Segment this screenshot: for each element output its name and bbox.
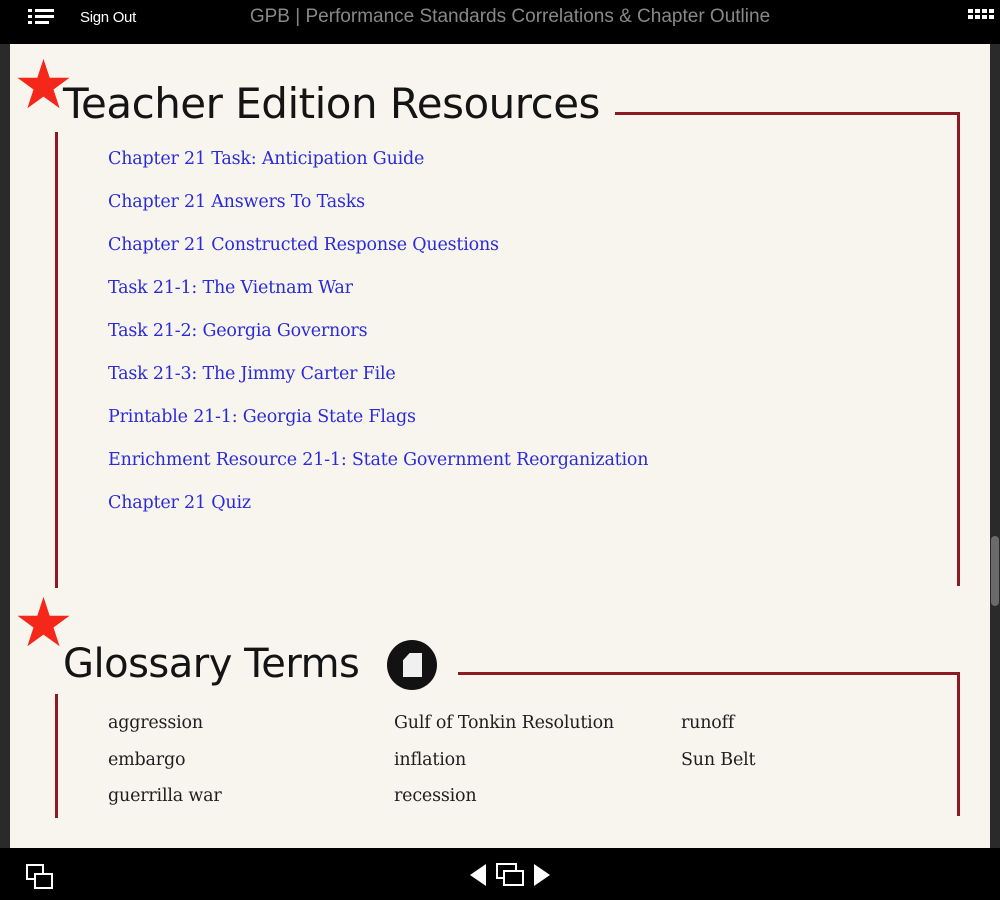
resource-links-list: Chapter 21 Task: Anticipation Guide Chap… (108, 148, 649, 535)
glossary-term: embargo (108, 749, 186, 770)
resource-link[interactable]: Chapter 21 Task: Anticipation Guide (108, 148, 648, 191)
glossary-column: Gulf of Tonkin Resolution inflation rece… (394, 712, 614, 822)
resource-link[interactable]: Task 21-3: The Jimmy Carter File (108, 363, 648, 406)
scrollbar-track[interactable] (990, 44, 1000, 848)
left-margin (0, 44, 10, 848)
resource-link[interactable]: Chapter 21 Constructed Response Question… (108, 234, 648, 277)
top-bar: Sign Out GPB | Performance Standards Cor… (0, 0, 1000, 44)
page-title: GPB | Performance Standards Correlations… (249, 6, 771, 27)
resource-link[interactable]: Chapter 21 Quiz (108, 492, 648, 535)
glossary-column: runoff Sun Belt (681, 712, 756, 785)
scrollbar-thumb[interactable] (991, 536, 999, 606)
glossary-frame-top (458, 672, 960, 675)
glossary-term: recession (394, 786, 477, 806)
resource-link[interactable]: Task 21-2: Georgia Governors (108, 320, 648, 363)
teacher-section-heading: Teacher Edition Resources (63, 79, 600, 128)
bottom-bar (0, 848, 1000, 900)
window-overlap-icon[interactable] (26, 864, 54, 890)
resource-link[interactable]: Printable 21-1: Georgia State Flags (108, 406, 648, 449)
grid-view-icon[interactable] (968, 9, 996, 23)
glossary-column: aggression embargo guerrilla war (108, 712, 222, 822)
glossary-term: aggression (108, 713, 203, 733)
glossary-term: runoff (681, 713, 735, 733)
section-frame-left (55, 132, 58, 588)
glossary-term: inflation (394, 749, 467, 770)
section-frame-right (957, 112, 960, 586)
glossary-term: guerrilla war (108, 786, 222, 806)
pages-icon[interactable] (496, 863, 526, 887)
next-page-icon[interactable] (534, 864, 550, 886)
page-content: ★ Teacher Edition Resources Chapter 21 T… (10, 44, 990, 848)
glossary-section-heading: Glossary Terms (63, 641, 360, 687)
glossary-frame-left (55, 694, 58, 818)
section-frame-top (615, 112, 960, 115)
resource-link[interactable]: Chapter 21 Answers To Tasks (108, 191, 648, 234)
resource-link[interactable]: Task 21-1: The Vietnam War (108, 277, 648, 320)
glossary-term: Sun Belt (681, 749, 756, 770)
document-icon[interactable] (387, 640, 437, 690)
glossary-frame-right (957, 672, 960, 816)
resource-link[interactable]: Enrichment Resource 21-1: State Governme… (108, 449, 649, 492)
glossary-term: Gulf of Tonkin Resolution (394, 713, 614, 733)
previous-page-icon[interactable] (470, 864, 486, 886)
